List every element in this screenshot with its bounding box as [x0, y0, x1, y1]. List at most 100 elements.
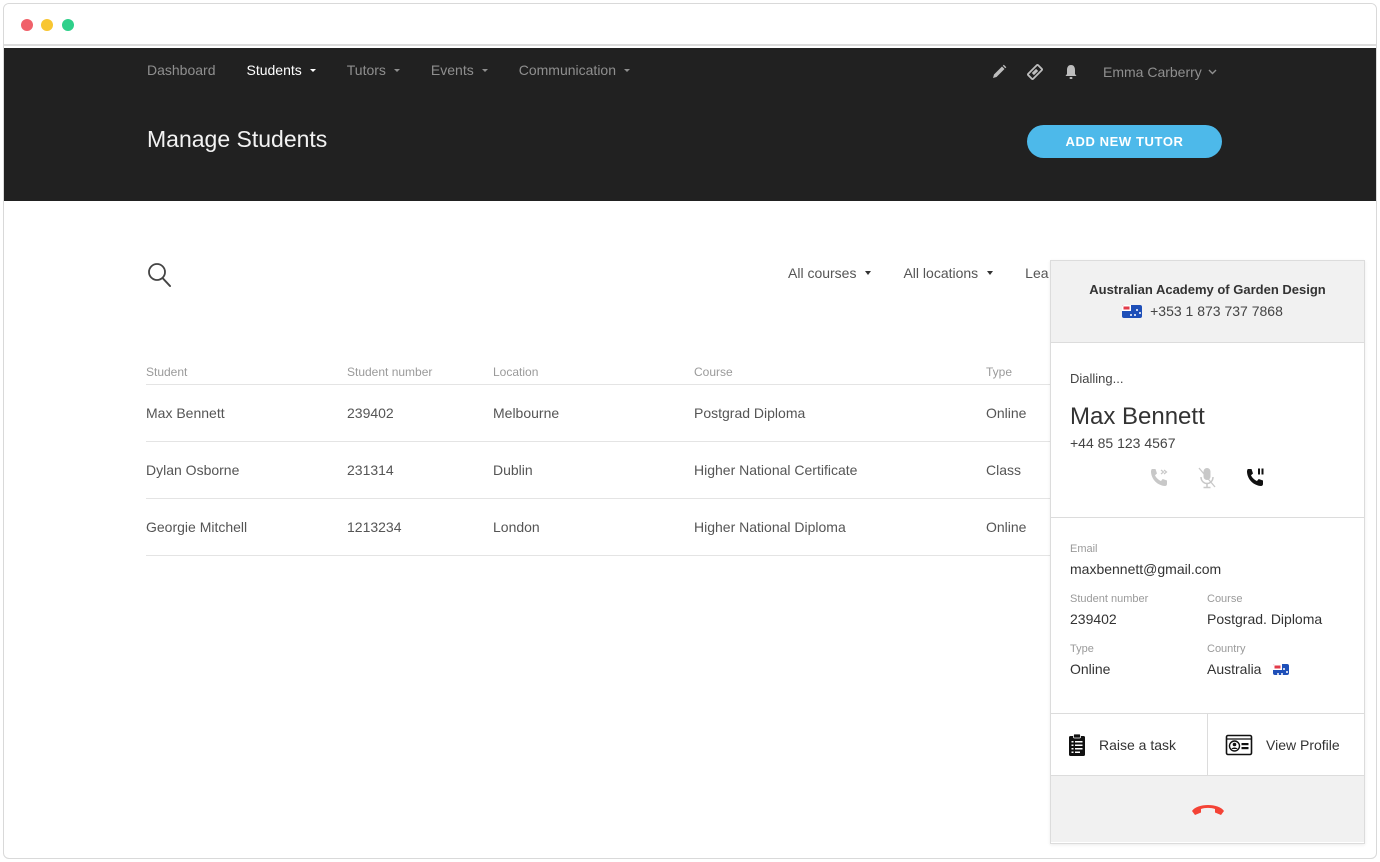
australia-flag-icon: [1122, 304, 1143, 318]
organisation-phone: +353 1 873 737 7868: [1051, 303, 1364, 319]
caret-down-icon: [309, 68, 316, 72]
view-profile-button[interactable]: View Profile: [1207, 714, 1364, 775]
type-field: Type Online: [1070, 643, 1207, 677]
user-name: Emma Carberry: [1103, 64, 1202, 80]
hang-up-button[interactable]: [1051, 776, 1364, 842]
filter-bar: All courses All locations Lea: [788, 265, 1081, 281]
caret-down-icon: [393, 68, 400, 72]
table-row[interactable]: Georgie Mitchell 1213234 London Higher N…: [146, 499, 1066, 556]
nav-item-dashboard[interactable]: Dashboard: [147, 62, 216, 78]
header-tools: Emma Carberry: [989, 61, 1217, 83]
call-actions: Raise a task View Profile: [1051, 714, 1364, 776]
mute-icon[interactable]: [1195, 466, 1219, 490]
student-number-field: Student number 239402: [1070, 593, 1207, 627]
organisation-name: Australian Academy of Garden Design: [1089, 282, 1326, 297]
cell-student-number: 239402: [347, 405, 394, 421]
table-row[interactable]: Max Bennett 239402 Melbourne Postgrad Di…: [146, 385, 1066, 442]
hold-call-icon[interactable]: [1243, 466, 1267, 490]
raise-task-button[interactable]: Raise a task: [1051, 714, 1207, 775]
add-new-tutor-button[interactable]: ADD NEW TUTOR: [1027, 125, 1222, 158]
id-card-icon: [1225, 734, 1253, 755]
type-value: Online: [1070, 661, 1111, 677]
pencil-icon[interactable]: [989, 61, 1009, 83]
filter-label: All locations: [903, 265, 979, 281]
type-label: Type: [1070, 643, 1094, 655]
call-controls: [1070, 466, 1344, 490]
cell-student-number: 1213234: [347, 519, 402, 535]
cell-student: Dylan Osborne: [146, 462, 240, 478]
details-row: Type Online Country Australia: [1070, 643, 1344, 677]
column-header-student[interactable]: Student: [146, 365, 347, 379]
close-window-button[interactable]: [21, 19, 33, 31]
transfer-call-icon[interactable]: [1147, 466, 1171, 490]
user-menu[interactable]: Emma Carberry: [1103, 64, 1217, 80]
email-label: Email: [1070, 543, 1098, 555]
country-name: Australia: [1207, 661, 1262, 677]
page-title: Manage Students: [147, 126, 328, 152]
minimize-window-button[interactable]: [41, 19, 53, 31]
maximize-window-button[interactable]: [62, 19, 74, 31]
learning-filter-dropdown[interactable]: Lea: [1025, 265, 1048, 281]
cell-course: Postgrad Diploma: [694, 405, 806, 421]
bell-icon[interactable]: [1061, 61, 1081, 83]
nav-item-events[interactable]: Events: [431, 62, 488, 78]
table-row[interactable]: Dylan Osborne 231314 Dublin Higher Natio…: [146, 442, 1066, 499]
organisation-phone-number: +353 1 873 737 7868: [1150, 303, 1283, 319]
chevron-down-icon: [1208, 69, 1217, 75]
column-header-student-number[interactable]: Student number: [347, 365, 493, 379]
main-nav: Dashboard Students Tutors Events Communi…: [147, 62, 661, 78]
clipboard-icon: [1069, 733, 1085, 756]
ticket-icon[interactable]: [1025, 61, 1045, 83]
cell-student: Max Bennett: [146, 405, 225, 421]
search-icon[interactable]: [147, 262, 173, 295]
cell-location: Dublin: [493, 462, 533, 478]
location-filter-dropdown[interactable]: All locations: [903, 265, 994, 281]
nav-item-students[interactable]: Students: [247, 62, 316, 78]
app-window: Dashboard Students Tutors Events Communi…: [3, 3, 1377, 859]
country-field: Country Australia: [1207, 643, 1344, 677]
filter-label: Lea: [1025, 265, 1049, 281]
contact-phone: +44 85 123 4567: [1070, 435, 1176, 451]
course-filter-dropdown[interactable]: All courses: [788, 265, 872, 281]
cell-course: Higher National Diploma: [694, 519, 846, 535]
cell-student: Georgie Mitchell: [146, 519, 248, 535]
course-field: Course Postgrad. Diploma: [1207, 593, 1344, 627]
nav-item-label: Communication: [518, 62, 616, 78]
nav-item-tutors[interactable]: Tutors: [347, 62, 400, 78]
students-table: Student Student number Location Course T…: [146, 360, 1066, 556]
nav-item-label: Students: [246, 62, 302, 78]
email-value: maxbennett@gmail.com: [1070, 561, 1222, 577]
details-row: Student number 239402 Course Postgrad. D…: [1070, 593, 1344, 627]
australia-flag-icon: [1273, 663, 1290, 675]
cell-course: Higher National Certificate: [694, 462, 858, 478]
nav-item-label: Tutors: [346, 62, 386, 78]
call-panel-header: Australian Academy of Garden Design +353…: [1051, 261, 1364, 343]
raise-task-label: Raise a task: [1099, 736, 1177, 753]
student-details: Email maxbennett@gmail.com Student numbe…: [1051, 518, 1364, 714]
app-header: Dashboard Students Tutors Events Communi…: [4, 48, 1376, 201]
window-titlebar: [4, 4, 1376, 46]
cell-location: London: [493, 519, 540, 535]
caret-down-icon: [481, 68, 488, 72]
hang-up-icon: [1191, 805, 1224, 815]
cell-student-number: 231314: [347, 462, 394, 478]
country-label: Country: [1207, 643, 1246, 655]
view-profile-label: View Profile: [1266, 736, 1340, 753]
column-header-course[interactable]: Course: [694, 365, 986, 379]
filter-label: All courses: [788, 265, 857, 281]
call-status: Dialling...: [1070, 371, 1124, 386]
student-number-value: 239402: [1070, 611, 1117, 627]
column-header-location[interactable]: Location: [493, 365, 694, 379]
nav-item-label: Events: [430, 62, 474, 78]
nav-item-label: Dashboard: [147, 62, 216, 78]
country-value: Australia: [1207, 661, 1344, 677]
table-header: Student Student number Location Course T…: [146, 360, 1066, 385]
contact-name: Max Bennett: [1070, 403, 1205, 430]
course-value: Postgrad. Diploma: [1207, 611, 1323, 627]
call-status-section: Dialling... Max Bennett +44 85 123 4567: [1051, 343, 1364, 518]
caret-down-icon: [624, 68, 630, 72]
nav-item-communication[interactable]: Communication: [519, 62, 630, 78]
caret-down-icon: [865, 271, 872, 275]
cell-location: Melbourne: [493, 405, 560, 421]
course-label: Course: [1207, 593, 1243, 605]
